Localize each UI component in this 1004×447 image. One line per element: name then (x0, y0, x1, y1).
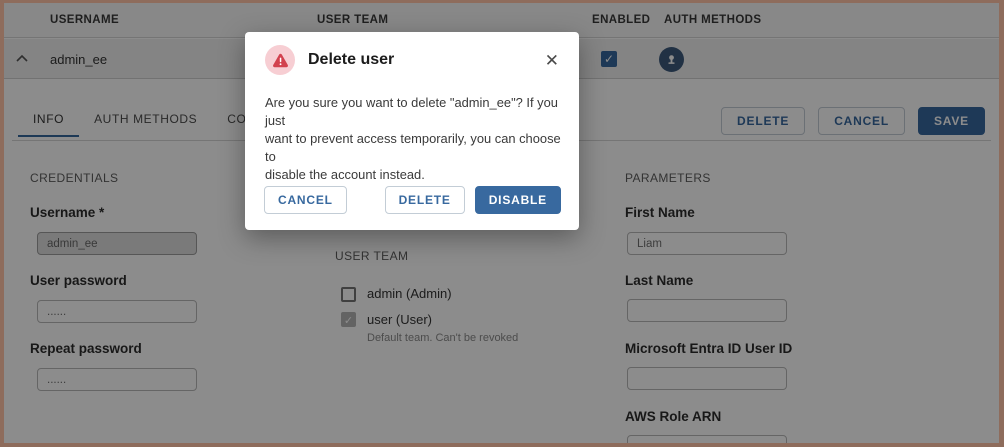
dialog-footer: CANCEL DELETE DISABLE (264, 186, 561, 214)
dialog-delete-button[interactable]: DELETE (385, 186, 465, 214)
dialog-message-line: Are you sure you want to delete "admin_e… (265, 94, 565, 130)
app-viewport: USERNAME USER TEAM ENABLED AUTH METHODS … (0, 0, 1004, 447)
dialog-message-line: want to prevent access temporarily, you … (265, 130, 565, 166)
delete-user-dialog: Delete user ✕ Are you sure you want to d… (245, 32, 579, 230)
warning-icon (265, 45, 295, 75)
dialog-cancel-button[interactable]: CANCEL (264, 186, 347, 214)
close-icon[interactable]: ✕ (541, 50, 563, 71)
dialog-title: Delete user (308, 51, 528, 69)
dialog-message: Are you sure you want to delete "admin_e… (265, 94, 565, 184)
dialog-message-line: disable the account instead. (265, 166, 565, 184)
dialog-header: Delete user ✕ (265, 45, 563, 75)
dialog-disable-button[interactable]: DISABLE (475, 186, 561, 214)
